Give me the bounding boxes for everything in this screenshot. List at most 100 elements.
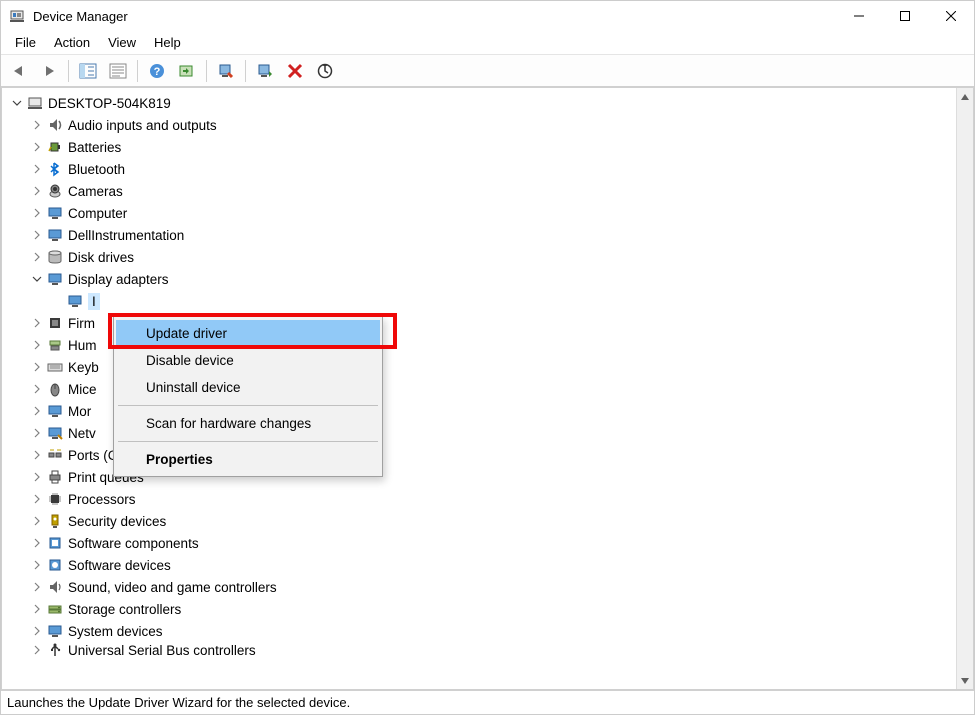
tree-root[interactable]: DESKTOP-504K819 xyxy=(4,92,971,114)
menu-help[interactable]: Help xyxy=(146,33,189,52)
display-icon xyxy=(46,271,64,287)
tree-node-label: Processors xyxy=(68,492,136,507)
context-menu-item[interactable]: Properties xyxy=(116,446,380,473)
tree-node[interactable]: Universal Serial Bus controllers xyxy=(4,642,971,658)
expander-closed-icon[interactable] xyxy=(30,602,44,616)
tree-node-label: Sound, video and game controllers xyxy=(68,580,277,595)
computer-icon xyxy=(46,205,64,221)
window-title: Device Manager xyxy=(33,9,836,24)
tree-node-label: Hum xyxy=(68,338,97,353)
tree-node-label: Display adapters xyxy=(68,272,169,287)
tree-leaf-selected[interactable]: I xyxy=(4,290,971,312)
toolbar-back[interactable] xyxy=(5,58,33,84)
expander-closed-icon[interactable] xyxy=(30,558,44,572)
expander-closed-icon[interactable] xyxy=(30,426,44,440)
expander-closed-icon[interactable] xyxy=(30,624,44,638)
sound-icon xyxy=(46,579,64,595)
menu-view[interactable]: View xyxy=(100,33,144,52)
tree-node[interactable]: Software devices xyxy=(4,554,971,576)
menu-action[interactable]: Action xyxy=(46,33,98,52)
tree-node-label: Software components xyxy=(68,536,199,551)
expander-closed-icon[interactable] xyxy=(30,492,44,506)
tree-node[interactable]: Batteries xyxy=(4,136,971,158)
context-menu-item[interactable]: Disable device xyxy=(116,347,380,374)
expander-closed-icon[interactable] xyxy=(30,643,44,657)
tree-node[interactable]: Sound, video and game controllers xyxy=(4,576,971,598)
minimize-button[interactable] xyxy=(836,1,882,31)
expander-closed-icon[interactable] xyxy=(30,514,44,528)
scroll-up-icon[interactable] xyxy=(957,88,973,105)
computer-root-icon xyxy=(26,95,44,111)
toolbar-help[interactable]: ? xyxy=(143,58,171,84)
expander-closed-icon[interactable] xyxy=(30,448,44,462)
tree-leaf-label: I xyxy=(92,294,96,309)
close-button[interactable] xyxy=(928,1,974,31)
tree-node-label: Mor xyxy=(68,404,91,419)
tree-node[interactable]: Cameras xyxy=(4,180,971,202)
printer-icon xyxy=(46,469,64,485)
cpu-icon xyxy=(46,491,64,507)
vertical-scrollbar[interactable] xyxy=(956,88,973,689)
toolbar-uninstall[interactable] xyxy=(251,58,279,84)
toolbar-disable[interactable] xyxy=(212,58,240,84)
context-menu-item[interactable]: Update driver xyxy=(116,320,380,347)
context-menu-item[interactable]: Scan for hardware changes xyxy=(116,410,380,437)
expander-closed-icon[interactable] xyxy=(30,228,44,242)
toolbar-separator xyxy=(206,60,207,82)
window-controls xyxy=(836,1,974,31)
tree-node[interactable]: Security devices xyxy=(4,510,971,532)
toolbar-scan[interactable] xyxy=(311,58,339,84)
disk-icon xyxy=(46,249,64,265)
system-icon xyxy=(46,623,64,639)
tree-node[interactable]: Storage controllers xyxy=(4,598,971,620)
tree-node-label: Mice xyxy=(68,382,97,397)
toolbar-forward[interactable] xyxy=(35,58,63,84)
tree-node[interactable]: Bluetooth xyxy=(4,158,971,180)
expander-closed-icon[interactable] xyxy=(30,162,44,176)
expander-closed-icon[interactable] xyxy=(30,404,44,418)
tree-node[interactable]: Computer xyxy=(4,202,971,224)
expander-closed-icon[interactable] xyxy=(30,184,44,198)
mouse-icon xyxy=(46,381,64,397)
toolbar-help-topics[interactable] xyxy=(104,58,132,84)
expander-closed-icon[interactable] xyxy=(30,382,44,396)
toolbar-separator xyxy=(245,60,246,82)
expander-closed-icon[interactable] xyxy=(30,470,44,484)
scroll-down-icon[interactable] xyxy=(957,672,973,689)
tree-node-label: Computer xyxy=(68,206,127,221)
context-menu-item[interactable]: Uninstall device xyxy=(116,374,380,401)
monitor-icon xyxy=(46,403,64,419)
expander-closed-icon[interactable] xyxy=(30,118,44,132)
expander-closed-icon[interactable] xyxy=(30,206,44,220)
menu-file[interactable]: File xyxy=(7,33,44,52)
toolbar-show-tree[interactable] xyxy=(74,58,102,84)
svg-text:?: ? xyxy=(154,66,161,78)
expander-closed-icon[interactable] xyxy=(30,580,44,594)
software-comp-icon xyxy=(46,535,64,551)
scroll-track[interactable] xyxy=(957,105,973,672)
expander-closed-icon[interactable] xyxy=(30,140,44,154)
tree-node[interactable]: Audio inputs and outputs xyxy=(4,114,971,136)
expander-closed-icon[interactable] xyxy=(30,338,44,352)
menubar: File Action View Help xyxy=(1,31,974,55)
tree-node[interactable]: Disk drives xyxy=(4,246,971,268)
maximize-button[interactable] xyxy=(882,1,928,31)
keyboard-icon xyxy=(46,359,64,375)
expander-open-icon[interactable] xyxy=(10,96,24,110)
battery-icon xyxy=(46,139,64,155)
toolbar-update[interactable] xyxy=(173,58,201,84)
tree-node[interactable]: Software components xyxy=(4,532,971,554)
expander-closed-icon[interactable] xyxy=(30,360,44,374)
tree-node[interactable]: DellInstrumentation xyxy=(4,224,971,246)
toolbar-separator xyxy=(68,60,69,82)
tree-node[interactable]: Display adapters xyxy=(4,268,971,290)
tree-node[interactable]: Processors xyxy=(4,488,971,510)
expander-closed-icon[interactable] xyxy=(30,536,44,550)
toolbar-delete-icon[interactable] xyxy=(281,58,309,84)
expander-closed-icon[interactable] xyxy=(30,250,44,264)
tree-node[interactable]: System devices xyxy=(4,620,971,642)
tree-node-label: Firm xyxy=(68,316,95,331)
expander-open-icon[interactable] xyxy=(30,272,44,286)
expander-none xyxy=(50,294,64,308)
expander-closed-icon[interactable] xyxy=(30,316,44,330)
